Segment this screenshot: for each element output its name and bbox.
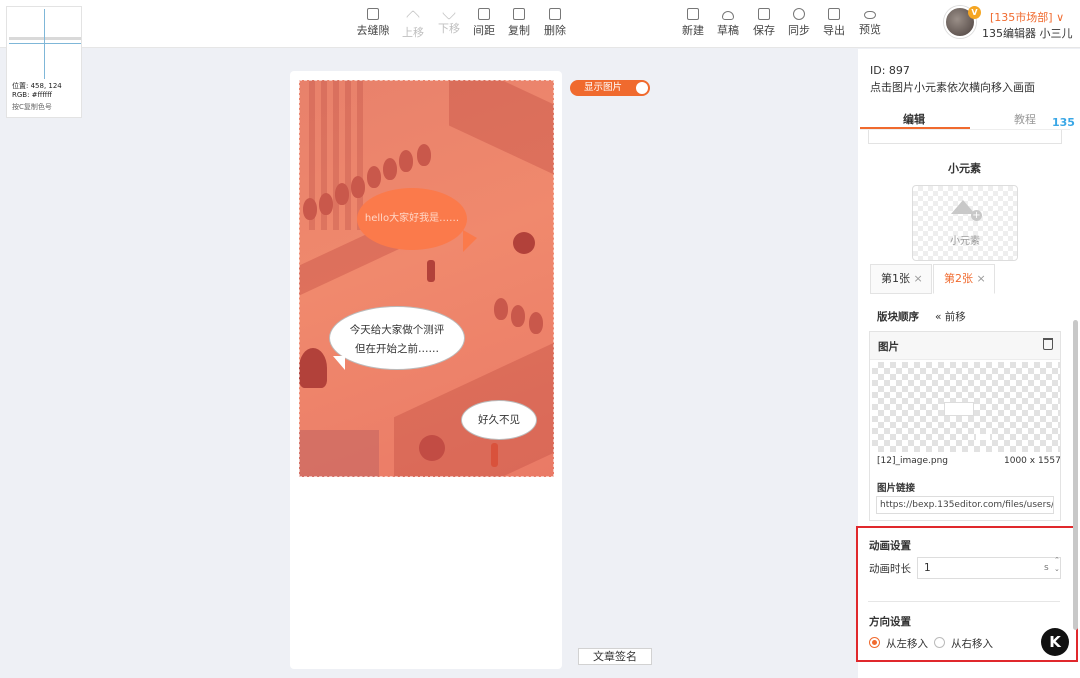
- component-description: 点击图片小元素依次横向移入画面: [870, 81, 1035, 94]
- radio-from-left[interactable]: [869, 637, 880, 648]
- image-link-input[interactable]: https://bexp.135editor.com/files/users/0…: [876, 496, 1054, 514]
- save-button[interactable]: 保存: [744, 8, 784, 38]
- move-down-button[interactable]: 下移: [429, 5, 469, 36]
- trash-icon: [549, 8, 561, 20]
- image-thumbnail: [944, 402, 974, 416]
- comic-illustration[interactable]: hello大家好我是…… 今天给大家做个测评 但在开始之前…… 好久不见: [299, 80, 554, 477]
- draft-button[interactable]: 草稿: [708, 8, 748, 38]
- radio-from-right-label[interactable]: 从右移入: [951, 636, 993, 651]
- speech-bubble-long-time[interactable]: 好久不见: [461, 400, 537, 440]
- image-card: 图片 [12]_image.png 1000 x 1557 图片链接: [869, 331, 1061, 521]
- scrolled-field: [868, 130, 1062, 144]
- sync-icon: [793, 8, 805, 20]
- duration-label: 动画时长: [869, 563, 911, 575]
- color-picker-tooltip: 位置: 458, 124 RGB: #ffffff 按C复制色号: [6, 6, 82, 118]
- crosshair-horizontal: [9, 43, 81, 44]
- cloud-icon: [722, 11, 734, 20]
- brand-logo: 135: [1052, 116, 1075, 129]
- panel-scrollbar[interactable]: [1073, 320, 1078, 630]
- image-filename: [12]_image.png: [877, 456, 948, 466]
- article-signature-button[interactable]: 文章签名: [578, 648, 652, 665]
- picker-hint: 按C复制色号: [12, 103, 52, 111]
- toggle-knob: [636, 82, 648, 94]
- export-button[interactable]: 导出: [814, 8, 854, 38]
- image-link-label: 图片链接: [877, 483, 916, 494]
- section-divider: [868, 601, 1060, 602]
- user-name: 135编辑器 小三儿: [982, 27, 1073, 40]
- spacing-icon: [478, 8, 490, 20]
- export-icon: [828, 8, 840, 20]
- article-canvas[interactable]: hello大家好我是…… 今天给大家做个测评 但在开始之前…… 好久不见: [290, 71, 562, 669]
- crosshair-vertical: [44, 9, 45, 79]
- preview-button[interactable]: 预览: [850, 8, 890, 37]
- picker-rgb: RGB: #ffffff: [12, 91, 53, 99]
- new-button[interactable]: 新建: [673, 8, 713, 38]
- direction-settings-title: 方向设置: [869, 616, 911, 628]
- remove-gap-icon: [367, 8, 379, 20]
- tab-slide-1[interactable]: 第1张 ×: [870, 264, 932, 294]
- copy-icon: [513, 8, 525, 20]
- tab-active-indicator: [860, 127, 970, 129]
- radio-from-left-label[interactable]: 从左移入: [886, 636, 928, 651]
- close-icon[interactable]: ×: [914, 272, 923, 285]
- sync-button[interactable]: 同步: [779, 8, 819, 38]
- move-up-icon: [405, 9, 421, 25]
- floating-assistant-button[interactable]: K: [1041, 628, 1069, 656]
- image-card-title: 图片: [878, 341, 899, 353]
- chevron-down-icon: ∨: [1056, 11, 1065, 24]
- animation-settings-title: 动画设置: [869, 540, 911, 552]
- duration-input[interactable]: 1 s ⌃ ⌄: [917, 556, 1061, 579]
- new-doc-icon: [687, 8, 699, 20]
- block-order-label: 版块顺序: [877, 311, 919, 323]
- tab-tutorial[interactable]: 教程: [1014, 111, 1036, 127]
- component-id: ID: 897: [870, 64, 910, 77]
- team-name[interactable]: [135市场部] ∨: [990, 9, 1064, 25]
- move-forward-button[interactable]: « 前移: [935, 309, 966, 324]
- duration-unit: s: [1044, 563, 1049, 573]
- picker-magnifier: [9, 37, 81, 40]
- image-dimensions: 1000 x 1557: [1004, 456, 1061, 466]
- spacing-button[interactable]: 间距: [464, 8, 504, 38]
- double-chevron-left-icon: «: [935, 311, 942, 323]
- delete-button[interactable]: 删除: [535, 8, 575, 38]
- show-image-toggle[interactable]: 显示图片: [570, 80, 650, 96]
- small-element-title: 小元素: [948, 162, 981, 175]
- radio-from-right[interactable]: [934, 637, 945, 648]
- image-thumbnail-detail: [976, 434, 990, 440]
- move-down-icon: [441, 5, 457, 21]
- speech-bubble-review[interactable]: 今天给大家做个测评 但在开始之前……: [329, 306, 465, 370]
- trash-icon[interactable]: [1043, 338, 1053, 350]
- top-toolbar: 去缝隙 上移 下移 间距 复制 删除 新建 草稿 保存 同步 导出 预览 V […: [0, 0, 1080, 48]
- move-up-button[interactable]: 上移: [393, 8, 433, 40]
- tab-edit[interactable]: 编辑: [903, 111, 925, 127]
- copy-button[interactable]: 复制: [499, 8, 539, 38]
- tab-slide-2[interactable]: 第2张 ×: [933, 264, 995, 294]
- spinner-arrows-icon[interactable]: ⌃ ⌄: [1054, 556, 1060, 574]
- small-element-upload[interactable]: + 小元素: [912, 185, 1018, 261]
- image-preview[interactable]: [872, 362, 1060, 452]
- close-icon[interactable]: ×: [977, 272, 986, 285]
- vip-badge-icon: V: [968, 6, 981, 19]
- remove-gap-button[interactable]: 去缝隙: [353, 8, 393, 38]
- save-icon: [758, 8, 770, 20]
- picker-position: 位置: 458, 124: [12, 82, 62, 90]
- add-icon: +: [971, 210, 982, 221]
- speech-bubble-hello[interactable]: hello大家好我是……: [357, 188, 467, 250]
- eye-icon: [864, 11, 876, 19]
